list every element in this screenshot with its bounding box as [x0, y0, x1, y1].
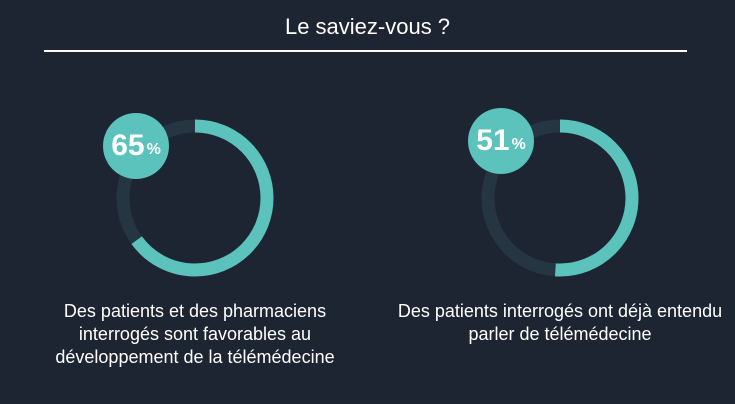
page-title: Le saviez-vous ?	[284, 14, 451, 39]
stat-caption-1: Des patients interrogés ont déjà entendu…	[397, 301, 723, 344]
stat-caption-0: Des patients et des pharmaciens interrog…	[55, 301, 335, 367]
percentage-value-0: 65	[111, 129, 145, 162]
percentage-unit-0: %	[146, 141, 161, 158]
title-divider	[44, 50, 687, 52]
stat-card-0: 65 % Des patients et des pharmaciens int…	[25, 108, 365, 398]
percentage-badge-1: 51 %	[468, 108, 534, 174]
percentage-value-1: 51	[476, 124, 510, 157]
stat-card-1: 51 % Des patients interrogés ont déjà en…	[390, 108, 730, 398]
percentage-unit-1: %	[511, 136, 526, 153]
percentage-badge-0: 65 %	[103, 113, 169, 179]
